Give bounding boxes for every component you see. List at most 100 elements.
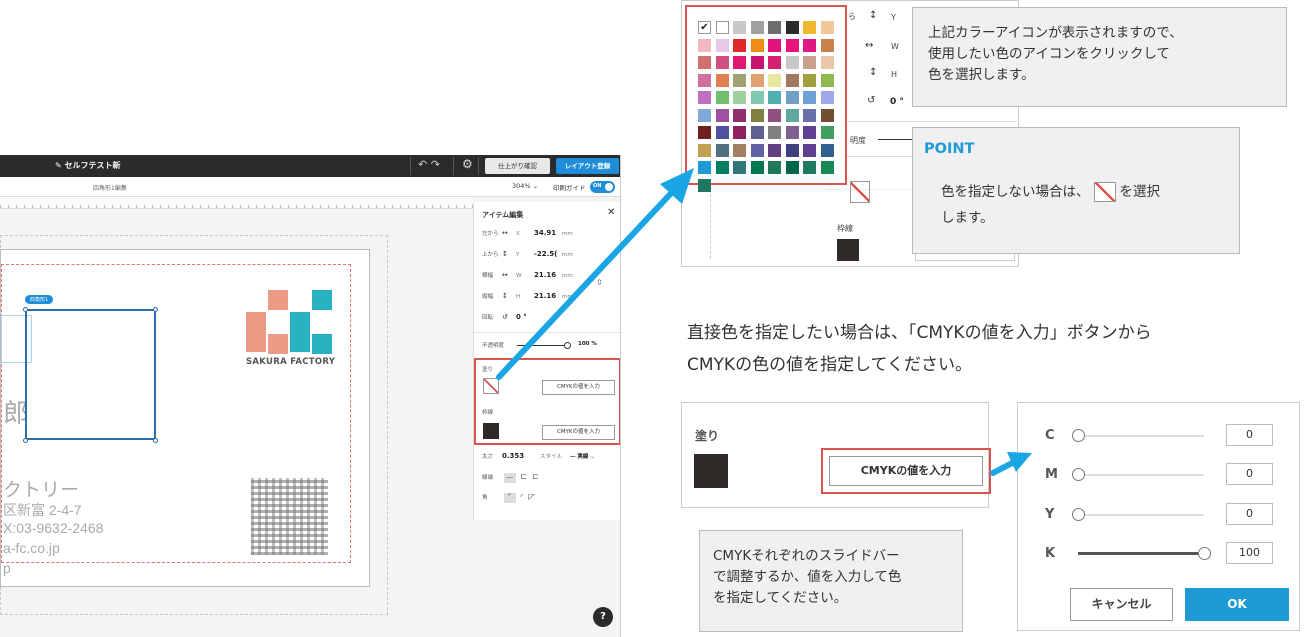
ok-button[interactable]: OK	[1185, 588, 1289, 621]
color-swatch[interactable]	[803, 38, 816, 52]
color-swatch[interactable]	[698, 73, 711, 87]
k-input[interactable]: 100	[1226, 542, 1273, 564]
color-swatch[interactable]	[768, 126, 781, 139]
corner-bevel-icon[interactable]: ◸	[528, 492, 534, 501]
y-input[interactable]: 0	[1226, 503, 1273, 525]
thickness-input[interactable]: 0.353	[502, 452, 540, 460]
color-swatch[interactable]	[715, 161, 729, 174]
color-swatch[interactable]	[733, 108, 746, 122]
color-swatch[interactable]	[750, 73, 764, 87]
no-fill-swatch[interactable]	[850, 181, 870, 203]
c-slider-knob[interactable]	[1072, 429, 1085, 442]
card-url[interactable]: a-fc.co.jp	[3, 540, 60, 556]
color-swatch[interactable]	[820, 126, 834, 139]
color-swatch[interactable]	[785, 56, 799, 69]
color-swatch[interactable]	[768, 73, 781, 87]
resize-handle[interactable]	[153, 438, 158, 443]
color-swatch[interactable]	[698, 178, 711, 192]
color-swatch[interactable]	[698, 38, 711, 52]
resize-handle[interactable]	[153, 307, 158, 312]
color-swatch[interactable]	[768, 21, 781, 34]
color-swatch[interactable]	[750, 91, 764, 104]
register-layout-button[interactable]: レイアウト登録	[556, 158, 619, 174]
link-icon[interactable]: ⇳	[596, 278, 603, 287]
color-swatch[interactable]	[715, 126, 729, 139]
color-swatch[interactable]	[698, 91, 711, 104]
color-swatch[interactable]	[698, 108, 711, 122]
color-swatch[interactable]	[768, 38, 781, 52]
color-swatch[interactable]	[803, 21, 816, 34]
color-swatch[interactable]	[768, 56, 781, 69]
x-input[interactable]: 34.91	[534, 229, 562, 237]
opacity-slider-knob[interactable]	[564, 342, 571, 349]
color-swatch[interactable]	[715, 38, 729, 52]
width-input[interactable]: 21.16	[534, 271, 562, 279]
color-swatch[interactable]	[820, 21, 834, 34]
color-swatch[interactable]	[733, 161, 746, 174]
color-swatch[interactable]	[750, 56, 764, 69]
color-swatch[interactable]	[820, 143, 834, 157]
y-slider[interactable]	[1078, 514, 1204, 516]
color-swatch[interactable]	[715, 91, 729, 104]
preview-button[interactable]: 仕上がり確認	[485, 158, 550, 174]
color-swatch[interactable]	[820, 38, 834, 52]
color-swatch[interactable]	[715, 56, 729, 69]
color-swatch[interactable]	[768, 161, 781, 174]
color-swatch[interactable]	[750, 108, 764, 122]
color-swatch[interactable]	[715, 73, 729, 87]
color-swatch[interactable]	[820, 161, 834, 174]
k-slider-knob[interactable]	[1198, 547, 1211, 560]
stroke-color-swatch[interactable]	[483, 423, 499, 439]
document-title[interactable]: ✎ セルフテスト新	[55, 160, 121, 171]
y-slider-knob[interactable]	[1072, 508, 1085, 521]
corner-miter-icon[interactable]: ⌜	[503, 493, 516, 503]
m-slider-knob[interactable]	[1072, 468, 1085, 481]
color-swatch[interactable]	[750, 38, 764, 52]
color-swatch[interactable]	[785, 38, 799, 52]
color-swatch[interactable]	[698, 161, 711, 174]
color-swatch[interactable]	[750, 161, 764, 174]
card-company[interactable]: クトリー	[3, 475, 79, 502]
color-swatch[interactable]	[820, 56, 834, 69]
color-swatch[interactable]	[820, 108, 834, 122]
color-swatch[interactable]	[768, 108, 781, 122]
stroke-color-swatch[interactable]	[837, 239, 859, 261]
stroke-cmyk-button[interactable]: CMYKの値を入力	[542, 425, 615, 440]
color-swatch[interactable]	[785, 91, 799, 104]
cap-square-icon[interactable]: ⊏	[532, 472, 539, 481]
color-swatch[interactable]	[785, 73, 799, 87]
gear-icon[interactable]: ⚙	[462, 157, 473, 171]
color-swatch[interactable]	[715, 108, 729, 122]
color-swatch[interactable]	[785, 143, 799, 157]
color-swatch[interactable]	[733, 91, 746, 104]
color-swatch[interactable]	[803, 91, 816, 104]
color-swatch[interactable]	[750, 21, 764, 34]
zoom-select[interactable]: 304% ⌄	[512, 182, 538, 190]
y-input[interactable]: -22.5(	[534, 250, 562, 258]
color-swatch[interactable]	[750, 143, 764, 157]
print-guide-toggle[interactable]: ON	[590, 181, 615, 193]
fill-cmyk-button[interactable]: CMYKの値を入力	[542, 380, 615, 395]
color-swatch[interactable]	[785, 126, 799, 139]
color-swatch[interactable]	[768, 143, 781, 157]
cmyk-input-button[interactable]: CMYKの値を入力	[829, 456, 983, 486]
m-input[interactable]: 0	[1226, 463, 1273, 485]
rotate-input[interactable]: 0 °	[516, 313, 544, 321]
corner-round-icon[interactable]: ◜	[521, 492, 524, 501]
color-swatch[interactable]	[785, 161, 799, 174]
cap-butt-icon[interactable]: —	[503, 473, 516, 483]
opacity-slider[interactable]	[517, 345, 567, 346]
color-swatch[interactable]	[698, 126, 711, 139]
cap-round-icon[interactable]: ⊏	[521, 472, 528, 481]
color-swatch[interactable]	[733, 56, 746, 69]
color-swatch[interactable]: ✔	[698, 21, 711, 34]
color-swatch[interactable]	[698, 143, 711, 157]
help-button[interactable]: ?	[593, 607, 613, 627]
color-swatch[interactable]	[733, 143, 746, 157]
color-swatch[interactable]	[698, 56, 711, 69]
color-swatch[interactable]	[820, 91, 834, 104]
height-input[interactable]: 21.16	[534, 292, 562, 300]
fill-color-swatch[interactable]	[694, 454, 728, 488]
no-fill-swatch[interactable]	[483, 378, 499, 394]
cancel-button[interactable]: キャンセル	[1070, 588, 1173, 621]
